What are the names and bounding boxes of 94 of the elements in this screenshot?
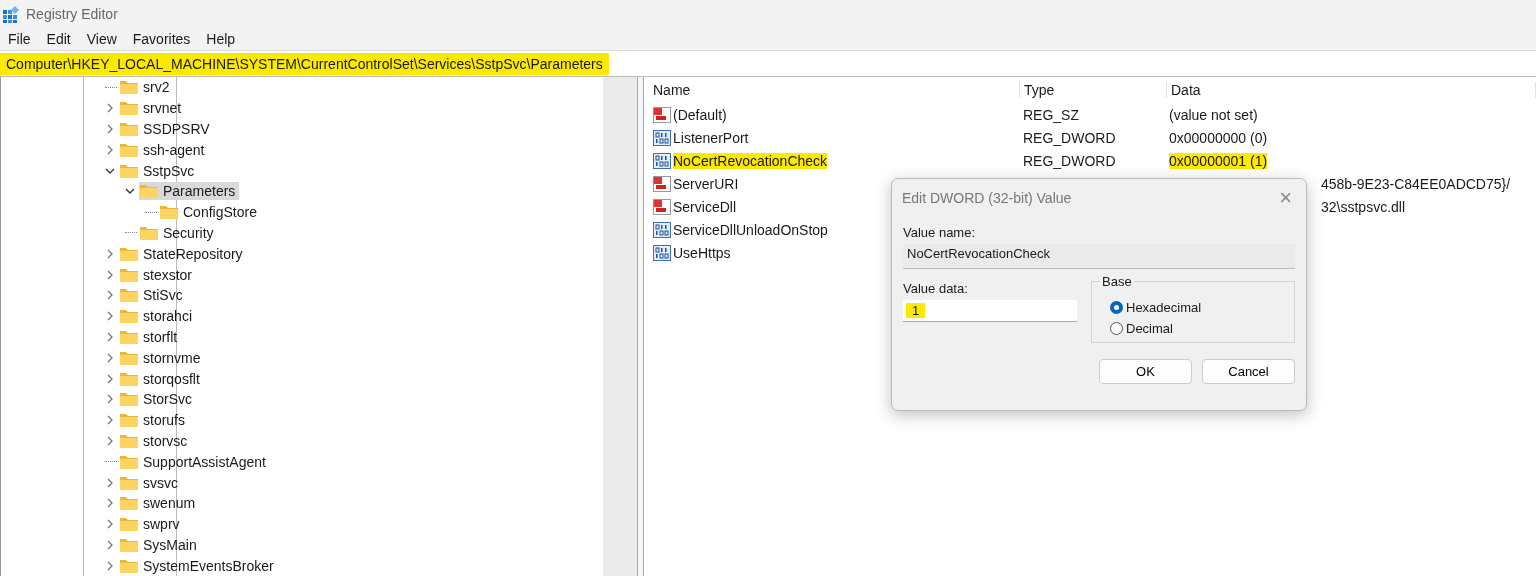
dialog-button[interactable]: Cancel	[1202, 359, 1295, 384]
folder-icon	[119, 245, 139, 262]
folder-icon	[119, 121, 139, 137]
tree-item[interactable]: ssh-agent	[119, 140, 209, 159]
tree-item[interactable]: StorSvc	[119, 390, 196, 409]
folder-icon	[119, 432, 139, 449]
value-data-field[interactable]: 1	[903, 300, 1077, 322]
radio-icon[interactable]	[1110, 301, 1123, 314]
folder-icon	[119, 100, 139, 117]
field-label: Value name:	[903, 225, 977, 240]
tree-item[interactable]: StiSvc	[119, 286, 187, 305]
folder-icon	[139, 224, 159, 241]
menu-item[interactable]: File	[8, 31, 31, 47]
radio-option[interactable]: Hexadecimal	[1110, 300, 1284, 315]
folder-icon	[119, 162, 139, 179]
folder-icon	[119, 516, 139, 533]
group-label: Base	[1100, 274, 1134, 289]
folder-icon	[119, 349, 139, 366]
scrollbar[interactable]	[603, 77, 637, 576]
tree-item[interactable]: stexstor	[119, 265, 196, 284]
menu-item[interactable]: Help	[206, 31, 236, 47]
tree-item[interactable]: storahci	[119, 307, 197, 326]
binary-value-icon	[653, 244, 671, 261]
tree-item[interactable]: swenum	[119, 494, 200, 513]
column-header[interactable]: Type	[1020, 82, 1167, 98]
folder-icon	[119, 412, 139, 429]
value-data: 32\sstpsvc.dll	[1321, 198, 1406, 215]
window-title: Registry Editor	[26, 6, 118, 22]
value-data: 458b-9E23-C84EE0ADCD75}/	[1321, 175, 1511, 192]
tree-item[interactable]: storqosflt	[119, 369, 204, 388]
menu-item[interactable]: Edit	[46, 31, 71, 47]
value-name[interactable]: ListenerPort	[673, 129, 749, 146]
value-name[interactable]: NoCertRevocationCheck	[673, 152, 828, 169]
binary-value-icon	[653, 221, 671, 238]
value-type: REG_SZ	[1023, 106, 1079, 123]
folder-icon	[119, 79, 139, 96]
dialog-title: Edit DWORD (32-bit) Value	[902, 190, 1072, 206]
tree-item[interactable]: swprv	[119, 515, 184, 534]
string-value-icon	[653, 106, 671, 123]
folder-icon	[119, 370, 139, 387]
registry-icon	[2, 5, 20, 23]
value-name[interactable]: (Default)	[673, 106, 727, 123]
folder-icon	[119, 453, 139, 470]
folder-icon	[119, 474, 139, 491]
tree-item[interactable]: ConfigStore	[159, 203, 261, 222]
tree-item[interactable]: srvnet	[119, 99, 186, 118]
tree-item[interactable]: SSDPSRV	[119, 120, 214, 138]
radio-icon[interactable]	[1110, 322, 1123, 335]
folder-icon	[119, 287, 139, 304]
folder-icon	[119, 308, 139, 325]
binary-value-icon	[653, 129, 671, 146]
value-name-field[interactable]: NoCertRevocationCheck	[903, 244, 1295, 269]
tree-item[interactable]: SystemEventsBroker	[119, 556, 278, 575]
tree-item[interactable]: Security	[139, 223, 218, 242]
value-data: (value not set)	[1169, 106, 1258, 123]
tree-item[interactable]: storvsc	[119, 431, 192, 450]
tree-item[interactable]: srv2	[119, 78, 174, 97]
menu-item[interactable]: Favorites	[132, 31, 191, 47]
field-label: Value data:	[903, 281, 969, 296]
binary-value-icon	[653, 152, 671, 169]
tree-item[interactable]: storflt	[119, 327, 182, 346]
folder-icon	[139, 183, 159, 200]
address-bar[interactable]: Computer\HKEY_LOCAL_MACHINE\SYSTEM\CurrentControlSet\Services\SstpSvc\Parameters	[0, 52, 609, 75]
tree-item[interactable]: storufs	[119, 411, 189, 430]
tree-item[interactable]: SstpSvc	[119, 161, 199, 180]
radio-option[interactable]: Decimal	[1110, 321, 1284, 336]
value-type: REG_DWORD	[1023, 129, 1116, 146]
column-header[interactable]: Data	[1167, 82, 1536, 98]
folder-icon	[119, 266, 139, 283]
folder-icon	[119, 557, 139, 574]
value-name[interactable]: ServiceDllUnloadOnStop	[673, 221, 828, 238]
tree-item[interactable]: Parameters	[139, 182, 240, 201]
folder-icon	[119, 495, 139, 512]
column-header[interactable]: Name	[650, 82, 1020, 98]
tree-item[interactable]: StateRepository	[119, 244, 247, 263]
tree-item[interactable]: SysMain	[119, 535, 201, 554]
value-data: 0x00000001 (1)	[1169, 152, 1268, 169]
folder-icon	[119, 536, 139, 553]
value-name[interactable]: ServerURI	[673, 175, 739, 192]
folder-icon	[119, 391, 139, 408]
folder-icon	[119, 328, 139, 345]
value-name[interactable]: UseHttps	[673, 244, 731, 261]
value-type: REG_DWORD	[1023, 152, 1116, 169]
folder-icon	[159, 204, 179, 221]
folder-icon	[119, 141, 139, 158]
menu-item[interactable]: View	[86, 31, 117, 47]
value-data: 0x00000000 (0)	[1169, 129, 1268, 146]
string-value-icon	[653, 175, 671, 192]
tree-item[interactable]: stornvme	[119, 348, 205, 367]
dialog-button[interactable]: OK	[1099, 359, 1192, 384]
tree-item[interactable]: SupportAssistAgent	[119, 452, 270, 471]
string-value-icon	[653, 198, 671, 215]
value-name[interactable]: ServiceDll	[673, 198, 736, 215]
tree-item[interactable]: svsvc	[119, 473, 182, 492]
